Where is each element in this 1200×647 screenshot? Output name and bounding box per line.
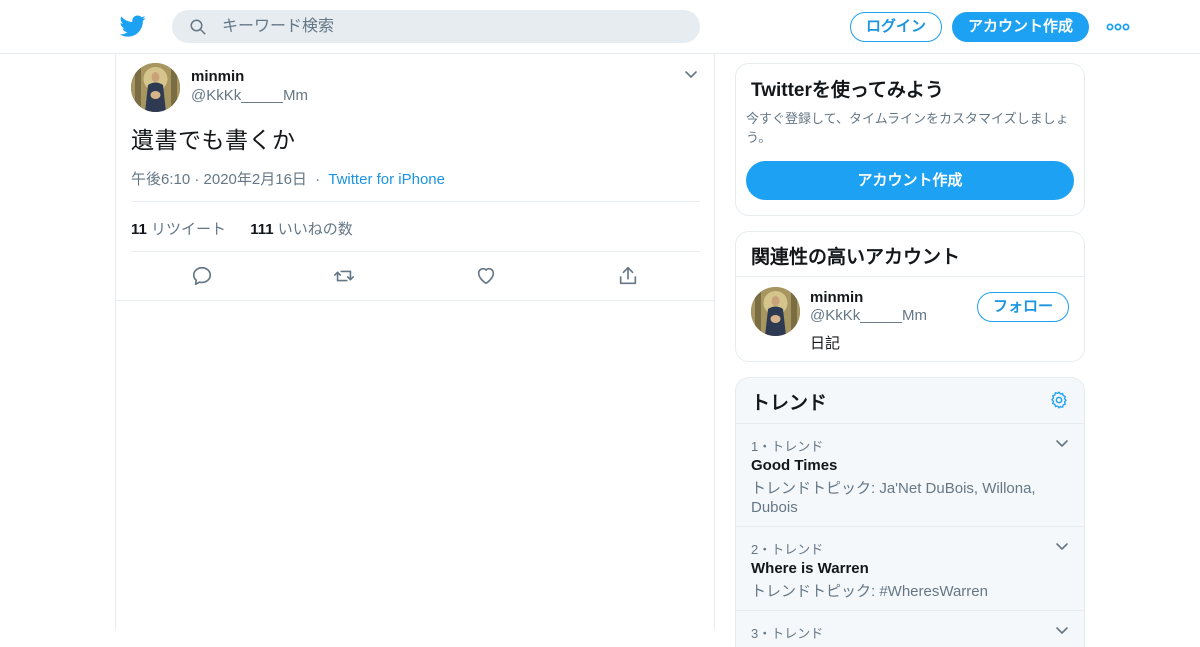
login-button[interactable]: ログイン <box>850 12 942 42</box>
tweet-timestamp[interactable]: 午後6:10 · 2020年2月16日 <box>131 171 307 188</box>
trends-card-title: トレンド <box>751 393 828 414</box>
trend-rank: 3・トレンド <box>751 626 824 641</box>
trend-name[interactable]: Good Times <box>751 457 837 474</box>
divider <box>736 276 1084 277</box>
more-horizontal-icon[interactable] <box>1106 20 1130 34</box>
like-icon[interactable] <box>475 265 497 287</box>
trend-item[interactable]: 2・トレンド Where is Warren トレンドトピック: #Wheres… <box>736 526 1084 610</box>
trends-card: トレンド 1・トレンド Good Times トレンドトピック: Ja'Net … <box>735 377 1085 647</box>
retweet-label: リツイート <box>151 221 227 238</box>
twitter-bird-icon[interactable] <box>120 13 146 39</box>
avatar[interactable] <box>131 63 180 112</box>
like-label: いいねの数 <box>277 221 353 238</box>
retweet-count: 11 <box>131 221 147 238</box>
follow-button[interactable]: フォロー <box>977 292 1069 322</box>
trend-name[interactable]: Where is Warren <box>751 560 869 577</box>
divider <box>116 300 714 301</box>
trend-rank: 1・トレンド <box>751 439 824 454</box>
tweet-meta: 午後6:10 · 2020年2月16日 · Twitter for iPhone <box>131 168 445 189</box>
chevron-down-icon[interactable] <box>683 67 699 83</box>
chevron-down-icon[interactable] <box>1054 623 1070 639</box>
tweet-stats: 11 リツイート 111 いいねの数 <box>131 218 373 239</box>
tweet-author-handle[interactable]: @KkKk_____Mm <box>191 87 308 104</box>
gear-icon[interactable] <box>1049 390 1069 410</box>
tweet-text: 遺書でも書くか <box>131 127 296 153</box>
search-input[interactable] <box>222 10 682 43</box>
trend-rank: 2・トレンド <box>751 542 824 557</box>
related-account-bio: 日記 <box>810 335 841 352</box>
like-count: 111 <box>250 221 274 238</box>
signup-card-description: 今すぐ登録して、タイムラインをカスタマイズしましょう。 <box>746 111 1069 145</box>
signup-button[interactable]: アカウント作成 <box>952 12 1089 42</box>
chevron-down-icon[interactable] <box>1054 539 1070 555</box>
trend-item[interactable]: 1・トレンド Good Times トレンドトピック: Ja'Net DuBoi… <box>736 423 1084 526</box>
tweet-source-link[interactable]: Twitter for iPhone <box>328 171 445 188</box>
tweet-column: minmin @KkKk_____Mm 遺書でも書くか 午後6:10 · 202… <box>115 54 715 630</box>
related-card-title: 関連性の高いアカウント <box>751 247 961 268</box>
divider <box>131 251 700 252</box>
related-account-handle[interactable]: @KkKk_____Mm <box>810 307 927 324</box>
retweet-icon[interactable] <box>333 265 355 287</box>
like-stat[interactable]: 111 いいねの数 <box>250 221 353 238</box>
related-accounts-card: 関連性の高いアカウント minmin @KkKk_____Mm 日記 フォロー <box>735 231 1085 362</box>
create-account-button[interactable]: アカウント作成 <box>746 161 1074 200</box>
trend-topic: トレンドトピック: Ja'Net DuBois, Willona, Dubois <box>751 480 1036 516</box>
meta-separator: · <box>315 171 321 188</box>
reply-icon[interactable] <box>191 265 213 287</box>
related-account-name[interactable]: minmin <box>810 289 863 306</box>
search-icon <box>190 19 206 35</box>
trend-item[interactable]: 3・トレンド <box>736 610 1084 647</box>
avatar[interactable] <box>751 287 800 336</box>
signup-card: Twitterを使ってみよう 今すぐ登録して、タイムラインをカスタマイズしましょ… <box>735 63 1085 216</box>
tweet-author-name[interactable]: minmin <box>191 68 244 85</box>
retweet-stat[interactable]: 11 リツイート <box>131 221 226 238</box>
trend-topic: トレンドトピック: #WheresWarren <box>751 583 988 600</box>
share-icon[interactable] <box>617 265 639 287</box>
divider <box>131 201 700 202</box>
signup-card-title: Twitterを使ってみよう <box>751 80 944 101</box>
avatar-image <box>751 287 800 336</box>
search-box[interactable] <box>172 10 700 43</box>
chevron-down-icon[interactable] <box>1054 436 1070 452</box>
avatar-image <box>131 63 180 112</box>
top-bar: ログイン アカウント作成 <box>0 0 1200 54</box>
